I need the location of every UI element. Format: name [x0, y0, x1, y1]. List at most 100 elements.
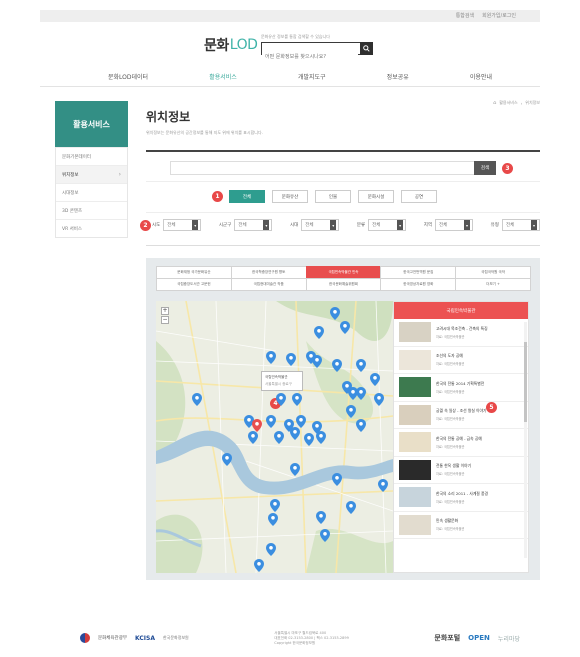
global-search-input[interactable]	[262, 51, 358, 63]
map-pin-icon[interactable]	[332, 359, 342, 372]
filter-label: 시도	[152, 223, 161, 228]
nav-item-guide[interactable]: 이용안내	[462, 72, 500, 81]
map-pin-icon[interactable]	[292, 393, 302, 406]
breadcrumb-item[interactable]: 활용서비스	[499, 100, 517, 106]
nav-item-lod-data[interactable]: 문화LOD데이터	[100, 72, 156, 81]
map-pin-icon[interactable]	[304, 433, 314, 446]
map-pin-icon[interactable]	[276, 393, 286, 406]
source-tab[interactable]: 국립현대미술관 작품	[230, 278, 307, 291]
nav-item-dev-tools[interactable]: 개발지도구	[290, 72, 334, 81]
map-pin-icon[interactable]	[312, 355, 322, 368]
list-item-text: 한국의 소리 2011 - 사계절 풍경 자료: 국립민속박물관	[436, 491, 488, 504]
sidebar-item-location[interactable]: 위치정보 ›	[56, 165, 127, 183]
list-scrollbar[interactable]	[524, 322, 527, 558]
list-item-source: 자료: 국립민속박물관	[436, 334, 465, 339]
map-pin-icon[interactable]	[316, 511, 326, 524]
map-pin-icon[interactable]	[330, 307, 340, 320]
map-pin-icon[interactable]	[356, 419, 366, 432]
filter-value: 전체	[167, 223, 176, 228]
list-item-text: 고려시대 목조건축 - 건축의 특징 자료: 국립민속박물관	[436, 326, 488, 339]
map-pin-icon[interactable]	[222, 453, 232, 466]
chevron-down-icon: ▾	[397, 220, 404, 230]
map-pin-icon[interactable]	[356, 387, 366, 400]
source-tab-more[interactable]: 더보기 +	[455, 278, 531, 291]
sidebar-item-3d[interactable]: 3D 콘텐츠	[56, 201, 127, 219]
list-item-source: 자료: 국립민속박물관	[436, 472, 465, 477]
map-pin-icon[interactable]	[370, 373, 380, 386]
chevron-down-icon: ▾	[330, 220, 337, 230]
map-pin-icon[interactable]	[346, 405, 356, 418]
category-tab-performance[interactable]: 공연	[401, 190, 437, 203]
filter-type: 유형 전체 ▾	[491, 219, 540, 231]
footer-logo-nuri[interactable]: 누리마당	[498, 634, 520, 643]
map-pin-icon[interactable]	[266, 415, 276, 428]
keyword-search-button[interactable]: 검색	[474, 161, 496, 175]
map-pin-icon[interactable]	[266, 351, 276, 364]
sidebar-item-basic-data[interactable]: 문화기본데이터	[56, 147, 127, 165]
map-pin-icon[interactable]	[316, 431, 326, 444]
map-pin-icon[interactable]	[248, 431, 258, 444]
map-pin-icon[interactable]	[268, 513, 278, 526]
list-item[interactable]: 한국의 전통 2014 기획특별전 자료: 국립민속박물관	[394, 374, 528, 402]
filter-sido-select[interactable]: 전체 ▾	[163, 219, 202, 231]
filter-class-select[interactable]: 전체 ▾	[368, 219, 407, 231]
list-item[interactable]: 민속 생활문화 자료: 국립민속박물관	[394, 512, 528, 539]
map-pin-icon[interactable]	[290, 427, 300, 440]
map-pin-icon[interactable]	[320, 529, 330, 542]
filter-region-select[interactable]: 전체 ▾	[435, 219, 474, 231]
map-pin-icon[interactable]	[374, 393, 384, 406]
top-link-login[interactable]: 회원가입/로그인	[482, 12, 516, 19]
filter-sigungu-select[interactable]: 전체 ▾	[234, 219, 273, 231]
callout-badge-2: 2	[140, 220, 151, 231]
list-item-title: 한국의 전통 2014 기획특별전	[436, 380, 485, 386]
category-tab-all[interactable]: 전체	[229, 190, 265, 203]
list-item[interactable]: 조선의 도자 공예 자료: 국립민속박물관	[394, 347, 528, 374]
global-search-button[interactable]	[360, 42, 373, 55]
map-view[interactable]: + − 국립민속박물관 서울특별시 종로구 4	[156, 301, 393, 573]
footer-logo-open[interactable]: OPEN	[468, 634, 490, 642]
top-link-search[interactable]: 통합검색	[456, 12, 474, 19]
home-icon[interactable]: ⌂	[493, 100, 496, 106]
zoom-in-button[interactable]: +	[161, 307, 169, 315]
source-tab[interactable]: 국립중앙도서관 고문헌	[156, 278, 232, 291]
keyword-input[interactable]	[170, 161, 496, 175]
list-item[interactable]: 한국의 전통 공예 - 금속 공예 자료: 국립민속박물관	[394, 429, 528, 457]
map-pin-icon[interactable]	[290, 463, 300, 476]
filter-label: 분류	[356, 223, 366, 228]
site-logo[interactable]: 문화 LOD	[204, 34, 258, 56]
sidebar-item-vr[interactable]: VR 서비스	[56, 219, 127, 237]
map-pin-icon[interactable]	[340, 321, 350, 334]
filter-era-select[interactable]: 전체 ▾	[301, 219, 340, 231]
source-tab[interactable]: 한국영상자료원 영화	[380, 278, 457, 291]
source-tab[interactable]: 한국문화예술위원회	[305, 278, 382, 291]
list-item[interactable]: 고려시대 목조건축 - 건축의 특징 자료: 국립민속박물관	[394, 319, 528, 347]
map-pin-icon[interactable]	[270, 499, 280, 512]
map-pin-icon[interactable]	[378, 479, 388, 492]
map-pin-icon[interactable]	[286, 353, 296, 366]
filter-type-select[interactable]: 전체 ▾	[501, 219, 540, 231]
list-item[interactable]: 궁궐 속 일상 - 조선 왕실 이야기 자료: 국립민속박물관	[394, 402, 528, 429]
nav-item-info-share[interactable]: 정보공유	[379, 72, 417, 81]
zoom-out-button[interactable]: −	[161, 316, 169, 324]
map-pin-icon[interactable]	[332, 473, 342, 486]
category-tab-heritage[interactable]: 문화유산	[272, 190, 308, 203]
nav-item-services[interactable]: 활용서비스	[201, 72, 245, 81]
footer-logo-portal[interactable]: 문화포털	[434, 633, 460, 643]
category-tab-person[interactable]: 인물	[315, 190, 351, 203]
map-pin-icon[interactable]	[356, 359, 366, 372]
list-item-text: 조선의 도자 공예 자료: 국립민속박물관	[436, 353, 464, 366]
map-pin-icon[interactable]	[192, 393, 202, 406]
sidebar-item-era[interactable]: 시대정보	[56, 183, 127, 201]
list-item[interactable]: 전통 한옥 생활 이야기 자료: 국립민속박물관	[394, 457, 528, 484]
list-item-title: 민속 생활문화	[436, 518, 459, 524]
filter-era: 시대 전체 ▾	[290, 219, 340, 231]
map-pin-icon[interactable]	[254, 559, 264, 572]
list-item[interactable]: 한국의 소리 2011 - 사계절 풍경 자료: 국립민속박물관	[394, 484, 528, 512]
map-pin-icon[interactable]	[266, 543, 276, 556]
map-pin-icon[interactable]	[314, 326, 324, 339]
map-pin-icon[interactable]	[274, 431, 284, 444]
map-pin-icon[interactable]	[346, 501, 356, 514]
category-tab-facility[interactable]: 문화시설	[358, 190, 394, 203]
panel-divider	[146, 181, 540, 182]
list-item-source: 자료: 국립민속박물관	[436, 362, 465, 367]
